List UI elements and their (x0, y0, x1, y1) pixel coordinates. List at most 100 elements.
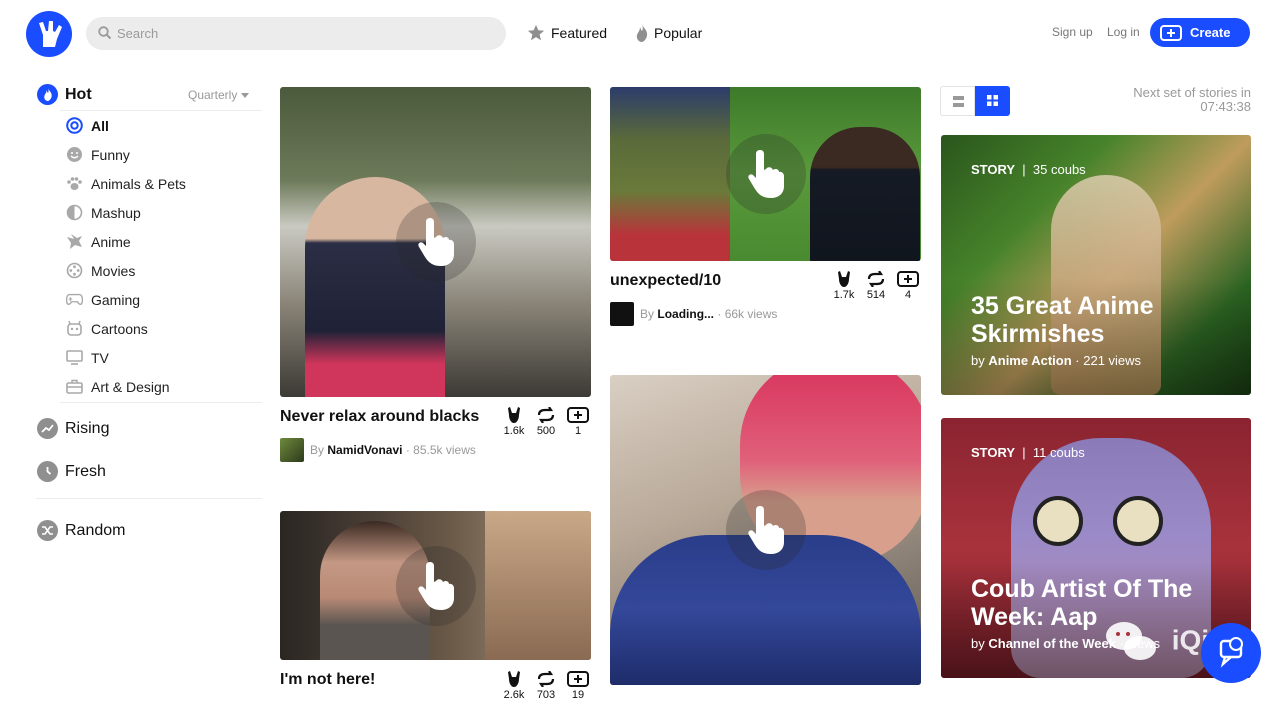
star-icon (527, 24, 545, 41)
sidebar-item-label: Cartoons (91, 320, 148, 337)
coub-title[interactable]: I'm not here! (280, 671, 375, 689)
caret-down-icon (241, 92, 250, 98)
coub-thumbnail[interactable] (280, 511, 591, 660)
coub-stats: 1.7k 514 4 (833, 271, 919, 301)
login-link[interactable]: Log in (1107, 25, 1140, 39)
pointer-hand-icon (747, 150, 784, 198)
sidebar-item-label: All (91, 117, 109, 134)
gamepad-icon (66, 291, 83, 308)
likes-stat[interactable]: 2.6k (503, 671, 525, 701)
author-link[interactable]: Loading... (657, 307, 714, 321)
coub-thumbnail[interactable] (610, 375, 921, 685)
sidebar-item-anime[interactable]: Anime (66, 233, 131, 250)
coub-stats: 1.6k 500 1 (503, 407, 589, 437)
author-link[interactable]: NamidVonavi (327, 443, 402, 457)
play-button[interactable] (395, 202, 476, 282)
period-dropdown[interactable]: Quarterly (188, 88, 250, 102)
story-author[interactable]: Anime Action (988, 353, 1071, 368)
sidebar-item-tv[interactable]: TV (66, 349, 109, 366)
recoubs-count: 500 (536, 425, 556, 437)
recoubs-count: 703 (536, 689, 556, 701)
period-label: Quarterly (188, 88, 238, 102)
bookmarks-count: 4 (904, 289, 912, 301)
search-input[interactable]: Search (117, 26, 158, 41)
recoub-icon (867, 271, 885, 287)
anime-icon (66, 233, 83, 250)
sidebar-item-movies[interactable]: Movies (66, 262, 135, 279)
sidebar-item-label: Funny (91, 146, 130, 163)
sidebar-item-cartoons[interactable]: Cartoons (66, 320, 148, 337)
sidebar-rising-label: Rising (65, 419, 110, 437)
search-bar[interactable]: Search (86, 17, 506, 50)
sidebar-item-funny[interactable]: Funny (66, 146, 130, 163)
likes-stat[interactable]: 1.7k (833, 271, 855, 301)
grid-icon (987, 95, 998, 106)
sidebar-item-label: TV (91, 349, 109, 366)
bookmarks-count: 1 (574, 425, 582, 437)
coub-title[interactable]: Never relax around blacks (280, 408, 479, 426)
sidebar-fresh[interactable]: Fresh (37, 461, 106, 482)
likes-stat[interactable]: 1.6k (503, 407, 525, 437)
story-card[interactable]: STORY | 35 coubs 35 Great Anime Skirmish… (941, 135, 1251, 395)
next-stories-timer: Next set of stories in 07:43:38 (1080, 86, 1251, 114)
create-button[interactable]: Create (1150, 18, 1250, 47)
bookmarks-count: 19 (571, 689, 585, 701)
coub-stats: 2.6k 703 19 (503, 671, 589, 701)
grid-view-toggle[interactable] (975, 86, 1010, 116)
bookmarks-stat[interactable]: 1 (567, 407, 589, 437)
play-button[interactable] (725, 490, 806, 570)
nav-popular[interactable]: Popular (636, 24, 702, 42)
coub-thumbnail[interactable] (280, 87, 591, 397)
nav-featured[interactable]: Featured (527, 24, 607, 42)
bookmark-plus-icon (567, 671, 589, 687)
pointer-hand-icon (417, 218, 454, 266)
cartoon-icon (66, 320, 83, 337)
recoubs-stat[interactable]: 703 (535, 671, 557, 701)
chat-bubbles-icon (1106, 622, 1156, 660)
sidebar-item-mashup[interactable]: Mashup (66, 204, 141, 221)
story-title[interactable]: 35 Great Anime Skirmishes (971, 292, 1221, 348)
help-chat-icon (1219, 637, 1243, 668)
sidebar-rising[interactable]: Rising (37, 418, 109, 439)
signup-link[interactable]: Sign up (1052, 25, 1093, 39)
target-icon (66, 117, 83, 134)
coub-title[interactable]: unexpected/10 (610, 272, 721, 290)
sidebar-item-label: Anime (91, 233, 131, 250)
play-button[interactable] (725, 134, 806, 214)
search-icon (98, 26, 112, 40)
flame-icon (636, 24, 648, 42)
sidebar-random[interactable]: Random (37, 520, 125, 541)
sidebar-hot[interactable]: Hot (37, 84, 92, 105)
divider (36, 498, 262, 499)
views-count: · 85.5k views (405, 443, 476, 457)
avatar[interactable] (610, 302, 634, 326)
pointer-hand-icon (747, 506, 784, 554)
sidebar-item-gaming[interactable]: Gaming (66, 291, 140, 308)
recoub-icon (537, 671, 555, 687)
sidebar-item-art-design[interactable]: Art & Design (66, 378, 170, 395)
sidebar-item-all[interactable]: All (66, 117, 109, 134)
avatar[interactable] (280, 438, 304, 462)
horns-hand-icon (39, 21, 62, 47)
help-button[interactable] (1201, 623, 1261, 683)
recoubs-stat[interactable]: 500 (535, 407, 557, 437)
coub-logo[interactable] (26, 11, 72, 57)
bookmark-plus-icon (567, 407, 589, 423)
sidebar-random-label: Random (65, 521, 126, 539)
recoubs-stat[interactable]: 514 (865, 271, 887, 301)
recoubs-count: 514 (866, 289, 886, 301)
coub-thumbnail[interactable] (610, 87, 921, 261)
coub-byline: By Loading... · 66k views (610, 302, 777, 326)
half-circle-icon (66, 204, 83, 221)
story-author[interactable]: Channel of the Week (988, 636, 1116, 651)
play-button[interactable] (395, 545, 476, 626)
bookmarks-stat[interactable]: 4 (897, 271, 919, 301)
list-view-toggle[interactable] (940, 86, 975, 116)
list-icon (953, 96, 964, 107)
recoub-icon (537, 407, 555, 423)
story-byline: by Anime Action · 221 views (971, 353, 1142, 368)
bookmarks-stat[interactable]: 19 (567, 671, 589, 701)
sidebar-item-animals[interactable]: Animals & Pets (66, 175, 186, 192)
create-label: Create (1190, 25, 1231, 40)
horns-icon (508, 407, 520, 423)
